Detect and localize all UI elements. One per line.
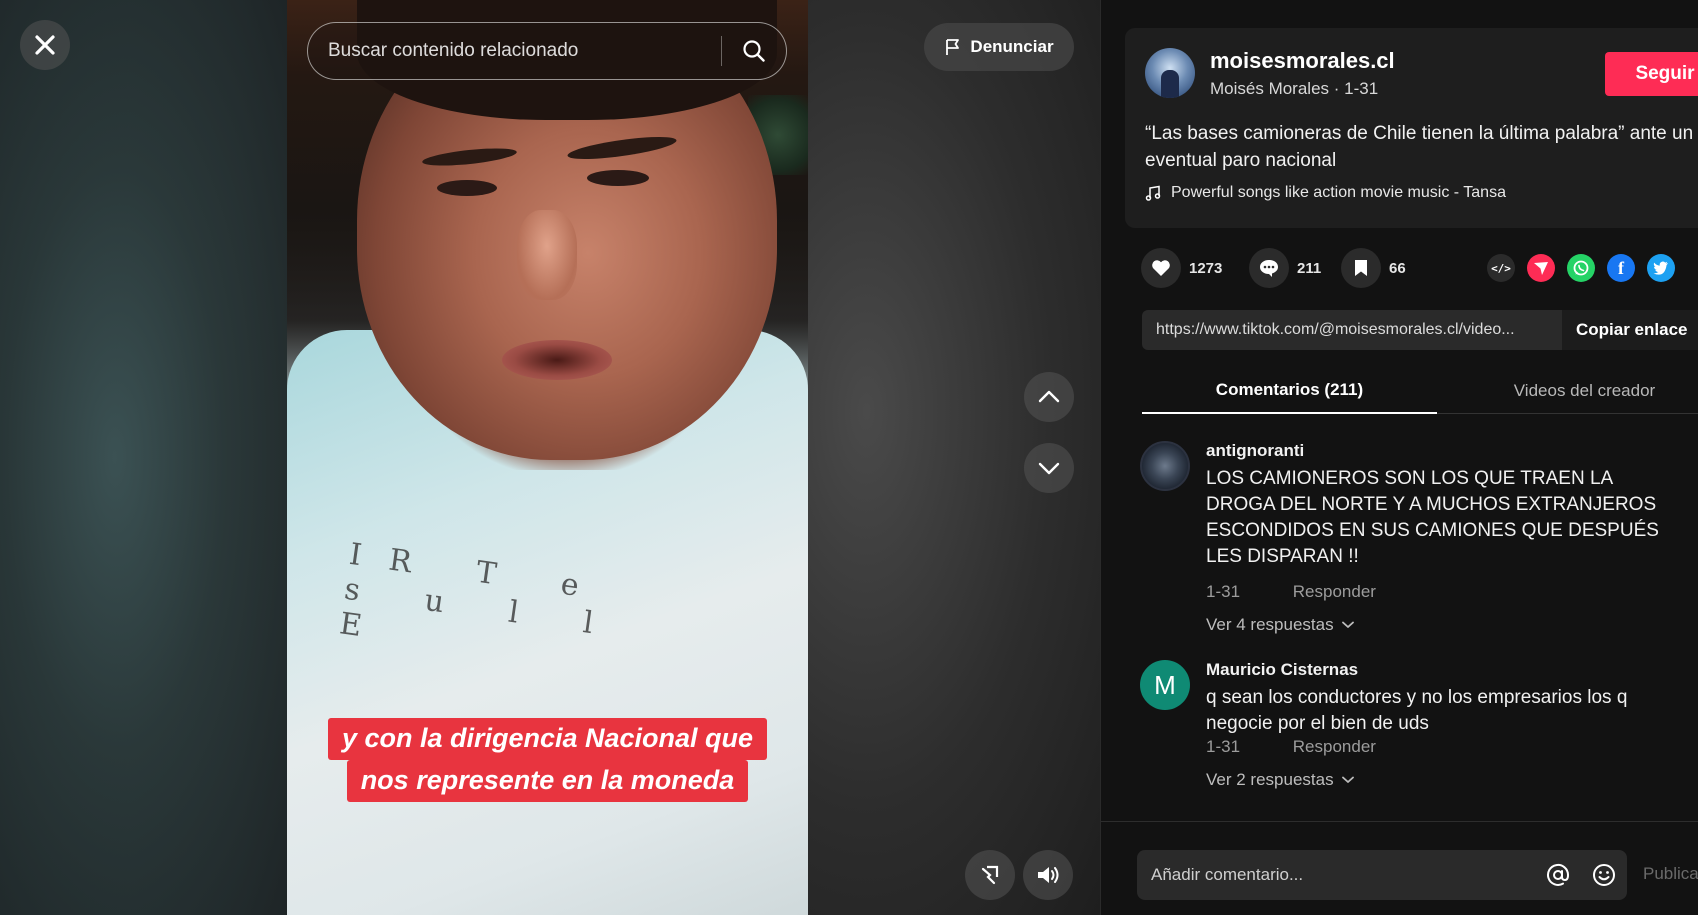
emoji-button[interactable] bbox=[1581, 850, 1627, 900]
floating-player-button[interactable] bbox=[965, 850, 1015, 900]
at-sign-icon bbox=[1547, 863, 1570, 886]
comment-input[interactable] bbox=[1137, 850, 1535, 900]
post-comment-button[interactable]: Publicar bbox=[1643, 864, 1698, 884]
save-stat: 66 bbox=[1341, 248, 1406, 288]
video-person-mouth bbox=[502, 340, 612, 380]
video-description: “Las bases camioneras de Chile tienen la… bbox=[1145, 123, 1694, 171]
embed-button[interactable]: </> bbox=[1487, 254, 1515, 282]
send-icon bbox=[1534, 262, 1548, 275]
next-video-button[interactable] bbox=[1024, 443, 1074, 493]
video-person-nose bbox=[517, 210, 577, 300]
chevron-up-icon bbox=[1038, 390, 1060, 403]
comment-button[interactable] bbox=[1249, 248, 1289, 288]
blurred-background-left bbox=[0, 0, 287, 915]
follow-button[interactable]: Seguir bbox=[1605, 52, 1698, 96]
caption-line-1: y con la dirigencia Nacional que bbox=[327, 718, 768, 760]
author-avatar[interactable] bbox=[1145, 48, 1195, 98]
video-person-eye bbox=[587, 170, 649, 186]
music-title: Powerful songs like action movie music -… bbox=[1171, 184, 1506, 201]
facebook-icon: f bbox=[1618, 257, 1624, 278]
heart-icon bbox=[1152, 260, 1170, 276]
save-count: 66 bbox=[1389, 259, 1406, 277]
chevron-down-icon bbox=[1038, 462, 1060, 475]
video-link-url[interactable]: https://www.tiktok.com/@moisesmorales.cl… bbox=[1142, 321, 1562, 339]
report-button[interactable]: Denunciar bbox=[924, 23, 1074, 71]
comment-composer bbox=[1137, 850, 1627, 900]
search-icon bbox=[743, 40, 765, 62]
embed-icon: </> bbox=[1491, 261, 1511, 275]
comment-meta: 1-31 Responder bbox=[1206, 737, 1376, 757]
tab-comments[interactable]: Comentarios (211) bbox=[1142, 368, 1437, 414]
chevron-down-icon bbox=[1341, 621, 1354, 628]
comment-count: 211 bbox=[1297, 259, 1322, 277]
previous-video-button[interactable] bbox=[1024, 372, 1074, 422]
reply-button[interactable]: Responder bbox=[1293, 737, 1376, 756]
twitter-bird-icon bbox=[1653, 261, 1668, 275]
mention-button[interactable] bbox=[1535, 850, 1581, 900]
save-button[interactable] bbox=[1341, 248, 1381, 288]
view-replies-label: Ver 2 respuestas bbox=[1206, 770, 1334, 789]
search-input[interactable] bbox=[308, 23, 721, 79]
like-count: 1273 bbox=[1189, 259, 1223, 277]
tab-creator-videos[interactable]: Videos del creador bbox=[1437, 368, 1698, 414]
flag-icon bbox=[946, 39, 960, 55]
share-whatsapp-button[interactable] bbox=[1567, 254, 1595, 282]
view-replies-button[interactable]: Ver 2 respuestas bbox=[1206, 770, 1354, 790]
video-caption: y con la dirigencia Nacional que nos rep… bbox=[287, 718, 808, 802]
author-username[interactable]: moisesmorales.cl bbox=[1210, 48, 1395, 74]
like-stat: 1273 bbox=[1141, 248, 1222, 288]
video-info-card: moisesmorales.cl Moisés Morales · 1-31 S… bbox=[1125, 28, 1698, 228]
bookmark-icon bbox=[1355, 260, 1367, 276]
floating-player-icon bbox=[981, 865, 999, 885]
share-twitter-button[interactable] bbox=[1647, 254, 1675, 282]
close-icon bbox=[35, 35, 55, 55]
comment-date: 1-31 bbox=[1206, 582, 1241, 601]
action-bar: 1273 211 66 </> f bbox=[1141, 248, 1698, 288]
related-search-box bbox=[307, 22, 787, 80]
close-button[interactable] bbox=[20, 20, 70, 70]
comment-composer-bar: Publicar bbox=[1101, 821, 1698, 915]
panel-tabs: Comentarios (211) Videos del creador bbox=[1142, 368, 1698, 414]
comment-text: LOS CAMIONEROS SON LOS QUE TRAEN LA DROG… bbox=[1206, 468, 1659, 567]
comment-stat: 211 bbox=[1249, 248, 1321, 288]
whatsapp-icon bbox=[1573, 260, 1589, 276]
music-note-icon bbox=[1145, 185, 1161, 201]
comment-bubble-icon bbox=[1260, 260, 1278, 277]
emoji-smile-icon bbox=[1593, 864, 1615, 886]
comment-meta: 1-31 Responder bbox=[1206, 582, 1376, 602]
commenter-avatar[interactable]: M bbox=[1140, 660, 1190, 710]
comment-date: 1-31 bbox=[1206, 737, 1241, 756]
video-link-row: https://www.tiktok.com/@moisesmorales.cl… bbox=[1142, 310, 1698, 350]
volume-button[interactable] bbox=[1023, 850, 1073, 900]
chevron-down-icon bbox=[1341, 776, 1354, 783]
music-link[interactable]: Powerful songs like action movie music -… bbox=[1145, 184, 1506, 202]
view-replies-button[interactable]: Ver 4 respuestas bbox=[1206, 615, 1354, 635]
video-person-eye bbox=[437, 180, 497, 196]
send-to-friends-button[interactable] bbox=[1527, 254, 1555, 282]
caption-line-2: nos represente en la moneda bbox=[346, 760, 749, 802]
tiktok-video-viewer: IR T e s u l l E y con la dirigencia Nac… bbox=[0, 0, 1698, 915]
volume-icon bbox=[1038, 867, 1059, 883]
search-button[interactable] bbox=[722, 23, 786, 79]
author-nickname-date: Moisés Morales · 1-31 bbox=[1210, 79, 1379, 98]
like-button[interactable] bbox=[1141, 248, 1181, 288]
view-replies-label: Ver 4 respuestas bbox=[1206, 615, 1334, 634]
comment-text: q sean los conductores y no los empresar… bbox=[1206, 687, 1628, 734]
share-facebook-button[interactable]: f bbox=[1607, 254, 1635, 282]
report-label: Denunciar bbox=[970, 37, 1054, 56]
commenter-username[interactable]: Mauricio Cisternas bbox=[1206, 660, 1358, 680]
commenter-avatar[interactable] bbox=[1140, 441, 1190, 491]
commenter-username[interactable]: antignoranti bbox=[1206, 441, 1304, 461]
details-panel: moisesmorales.cl Moisés Morales · 1-31 S… bbox=[1100, 0, 1698, 915]
reply-button[interactable]: Responder bbox=[1293, 582, 1376, 601]
copy-link-button[interactable]: Copiar enlace bbox=[1562, 310, 1698, 350]
video-frame[interactable]: IR T e s u l l E y con la dirigencia Nac… bbox=[287, 0, 808, 915]
video-player-area: IR T e s u l l E y con la dirigencia Nac… bbox=[0, 0, 1100, 915]
